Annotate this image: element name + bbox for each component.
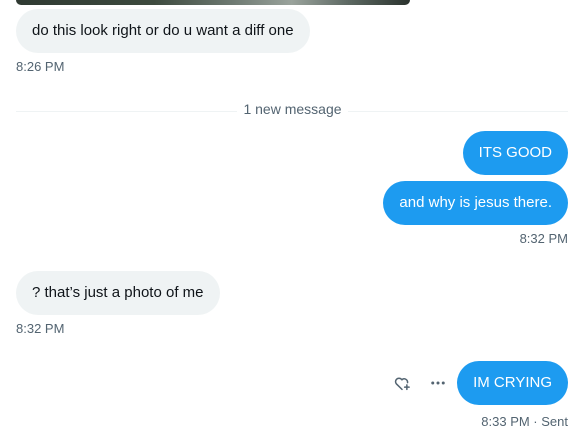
incoming-message-bubble[interactable]: ? that’s just a photo of me	[16, 271, 220, 315]
dm-thread: do this look right or do u want a diff o…	[0, 0, 585, 441]
message-timestamp: 8:26 PM	[16, 59, 65, 74]
new-message-divider-label: 1 new message	[237, 101, 348, 117]
message-timestamp: 8:32 PM	[519, 231, 568, 246]
message-timestamp: 8:32 PM	[16, 321, 65, 336]
outgoing-message-bubble[interactable]: IM CRYING	[457, 361, 568, 405]
outgoing-message-bubble[interactable]: and why is jesus there.	[383, 181, 568, 225]
more-horizontal-icon[interactable]	[428, 373, 448, 393]
shared-photo-thumbnail[interactable]	[16, 0, 410, 5]
outgoing-message-bubble[interactable]: ITS GOOD	[462, 131, 568, 175]
heart-plus-icon[interactable]	[392, 373, 412, 393]
incoming-message-bubble[interactable]: do this look right or do u want a diff o…	[16, 9, 310, 53]
new-message-divider: 1 new message	[0, 101, 585, 117]
message-timestamp-sent: 8:33 PM · Sent	[481, 414, 568, 429]
